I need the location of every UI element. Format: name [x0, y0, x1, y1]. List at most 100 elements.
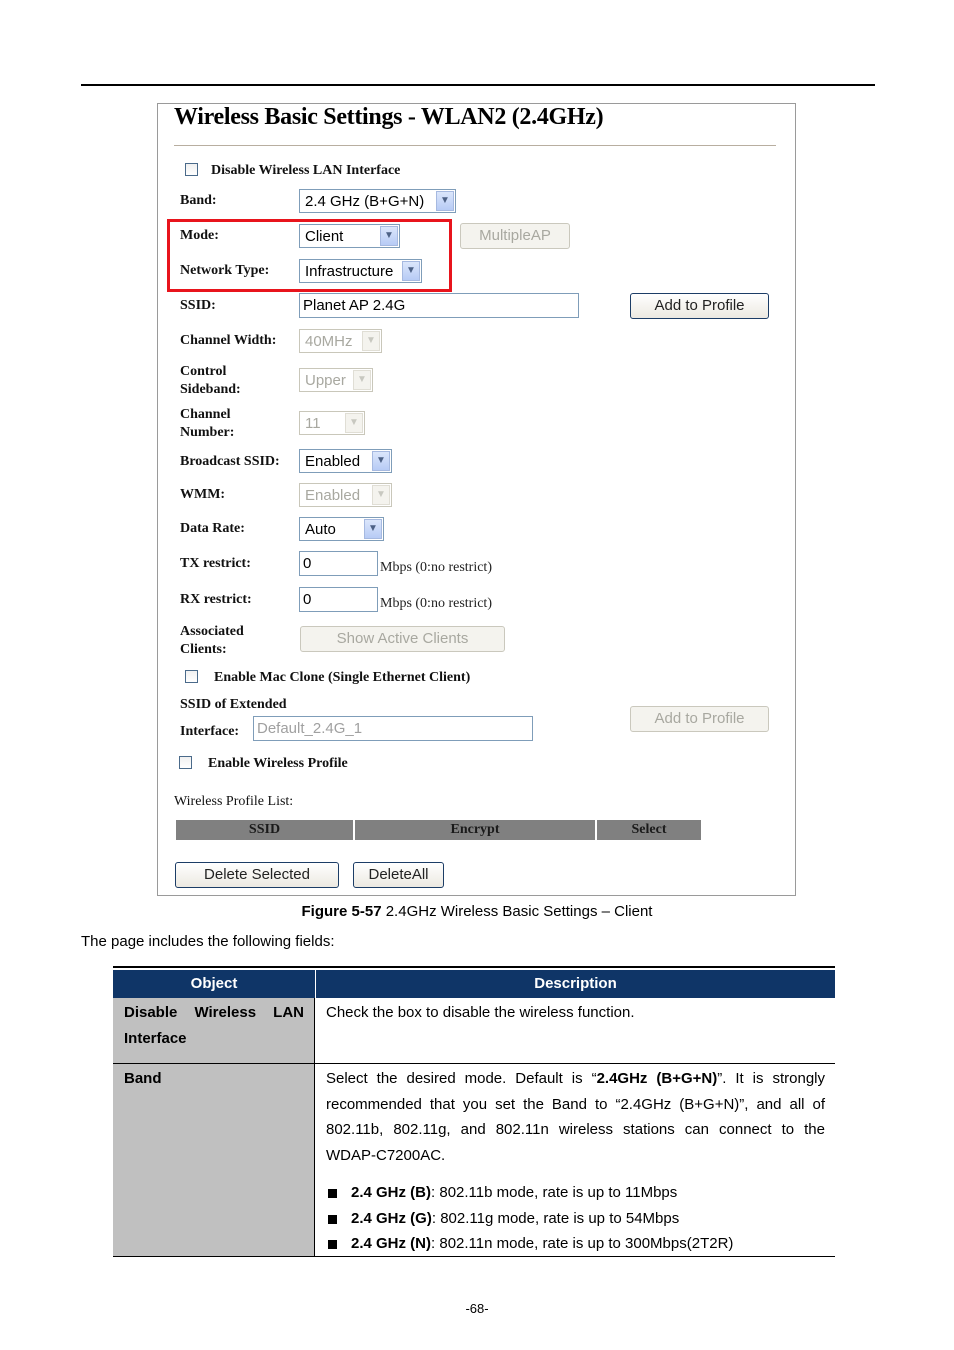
channel-number-label-line2: Number:: [180, 425, 235, 440]
disable-wlan-checkbox[interactable]: [185, 163, 198, 176]
associated-clients-label: Associated Clients:: [180, 623, 244, 659]
list-item: 2.4 GHz (B): 802.11b mode, rate is up to…: [326, 1180, 825, 1206]
network-type-value: Infrastructure: [305, 263, 394, 280]
chevron-down-icon: ▼: [372, 485, 390, 505]
bullet-term: 2.4 GHz (B): [351, 1184, 432, 1201]
figure-title: Wireless Basic Settings - WLAN2 (2.4GHz): [174, 104, 604, 130]
table-top-rule: [113, 966, 835, 968]
network-type-select[interactable]: Infrastructure ▼: [299, 259, 422, 283]
tx-restrict-label: TX restrict:: [180, 556, 251, 571]
ssid-label: SSID:: [180, 298, 216, 313]
bullet-text: : 802.11g mode, rate is up to 54Mbps: [431, 1209, 680, 1227]
square-bullet-icon: [328, 1214, 337, 1224]
enable-profile-checkbox[interactable]: [179, 756, 192, 769]
ssid-extended-label-line2: Interface:: [180, 724, 240, 739]
rx-restrict-hint: Mbps (0:no restrict): [380, 596, 492, 611]
control-sideband-label-line2: Sideband:: [180, 382, 241, 397]
intro-text: The page includes the following fields:: [81, 933, 335, 950]
chevron-down-icon: ▼: [380, 226, 398, 246]
header-rule: [81, 84, 875, 86]
bullet-term: 2.4 GHz (G): [351, 1209, 432, 1227]
wmm-value: Enabled: [305, 487, 361, 504]
row-object: Band: [113, 1064, 315, 1256]
multiple-ap-button[interactable]: MultipleAP: [460, 223, 570, 249]
figure-caption: Figure 5-57 2.4GHz Wireless Basic Settin…: [0, 903, 954, 920]
profile-list-label: Wireless Profile List:: [174, 794, 294, 809]
row-description: Check the box to disable the wireless fu…: [326, 1004, 635, 1021]
header-description: Description: [534, 975, 617, 992]
control-sideband-value: Upper: [305, 372, 346, 389]
delete-all-button[interactable]: DeleteAll: [353, 862, 444, 888]
mode-label: Mode:: [180, 228, 219, 243]
header-object: Object: [190, 975, 238, 992]
row-description: Select the desired mode. Default is “2.4…: [316, 1064, 835, 1257]
band-select[interactable]: 2.4 GHz (B+G+N) ▼: [299, 189, 456, 213]
add-to-profile-extended-button[interactable]: Add to Profile: [630, 706, 769, 732]
table-row: Disable Wireless LAN Interface Check the…: [113, 998, 835, 1064]
rx-restrict-input[interactable]: 0: [299, 587, 378, 612]
chevron-down-icon: ▼: [345, 413, 363, 433]
ssid-extended-input[interactable]: Default_2.4G_1: [253, 716, 533, 741]
channel-number-label: Channel Number:: [180, 406, 234, 442]
band-desc-pre: Select the desired mode. Default is “: [326, 1070, 597, 1087]
table-row: Band Select the desired mode. Default is…: [113, 1064, 835, 1257]
tx-restrict-input[interactable]: 0: [299, 551, 378, 576]
list-item: 2.4 GHz (N): 802.11n mode, rate is up to…: [326, 1231, 825, 1257]
control-sideband-label-line1: Control: [180, 364, 227, 379]
ssid-value: Planet AP 2.4G: [303, 297, 406, 314]
channel-number-select[interactable]: 11 ▼: [299, 411, 365, 435]
chevron-down-icon: ▼: [372, 451, 390, 471]
chevron-down-icon: ▼: [364, 519, 382, 539]
broadcast-ssid-value: Enabled: [305, 453, 361, 470]
control-sideband-select[interactable]: Upper ▼: [299, 368, 373, 392]
broadcast-ssid-label: Broadcast SSID:: [180, 454, 280, 469]
row-object: Disable Wireless LAN Interface: [113, 998, 315, 1063]
mode-select[interactable]: Client ▼: [299, 224, 400, 248]
profile-list-header-ssid: SSID: [176, 820, 353, 840]
network-type-label: Network Type:: [180, 263, 270, 278]
chevron-down-icon: ▼: [353, 370, 371, 390]
bullet-text: : 802.11n mode, rate is up to 300Mbps(2T…: [431, 1235, 734, 1252]
mode-value: Client: [305, 228, 344, 245]
data-rate-select[interactable]: Auto ▼: [299, 517, 384, 541]
band-value: 2.4 GHz (B+G+N): [305, 193, 425, 210]
wmm-select[interactable]: Enabled ▼: [299, 483, 392, 507]
chevron-down-icon: ▼: [436, 191, 454, 211]
channel-number-label-line1: Channel: [180, 407, 231, 422]
tx-restrict-value: 0: [303, 555, 312, 572]
channel-width-select[interactable]: 40MHz ▼: [299, 329, 382, 353]
band-label: Band:: [180, 193, 217, 208]
wireless-settings-figure: Wireless Basic Settings - WLAN2 (2.4GHz)…: [157, 103, 796, 896]
rx-restrict-value: 0: [303, 591, 312, 608]
channel-width-value: 40MHz: [305, 333, 353, 350]
enable-profile-label: Enable Wireless Profile: [208, 756, 348, 771]
data-rate-label: Data Rate:: [180, 521, 245, 536]
ssid-input[interactable]: Planet AP 2.4G: [299, 293, 579, 318]
mac-clone-label: Enable Mac Clone (Single Ethernet Client…: [214, 670, 471, 685]
chevron-down-icon: ▼: [402, 261, 420, 281]
associated-clients-label-line2: Clients:: [180, 642, 227, 657]
mac-clone-checkbox[interactable]: [185, 670, 198, 683]
bullet-term: 2.4 GHz (N): [351, 1235, 432, 1252]
tx-restrict-hint: Mbps (0:no restrict): [380, 560, 492, 575]
show-active-clients-button[interactable]: Show Active Clients: [300, 626, 505, 652]
disable-wlan-label: Disable Wireless LAN Interface: [211, 163, 401, 178]
ssid-extended-value: Default_2.4G_1: [257, 720, 363, 737]
chevron-down-icon: ▼: [362, 331, 380, 351]
channel-width-label: Channel Width:: [180, 333, 277, 348]
title-divider: [174, 145, 776, 146]
figure-number: Figure 5-57: [301, 903, 382, 920]
control-sideband-label: Control Sideband:: [180, 363, 241, 399]
broadcast-ssid-select[interactable]: Enabled ▼: [299, 449, 392, 473]
add-to-profile-button[interactable]: Add to Profile: [630, 293, 769, 319]
bullet-text: : 802.11b mode, rate is up to 11Mbps: [431, 1184, 678, 1201]
band-desc-bold: 2.4GHz (B+G+N): [596, 1070, 718, 1087]
delete-selected-button[interactable]: Delete Selected: [175, 862, 339, 888]
table-header: Object Description: [113, 970, 835, 998]
rx-restrict-label: RX restrict:: [180, 592, 252, 607]
profile-list-header-encrypt: Encrypt: [355, 820, 595, 840]
profile-list-header-select: Select: [597, 820, 701, 840]
band-bullet-list: 2.4 GHz (B): 802.11b mode, rate is up to…: [326, 1180, 825, 1257]
associated-clients-label-line1: Associated: [180, 624, 244, 639]
list-item: 2.4 GHz (G): 802.11g mode, rate is up to…: [326, 1206, 825, 1232]
